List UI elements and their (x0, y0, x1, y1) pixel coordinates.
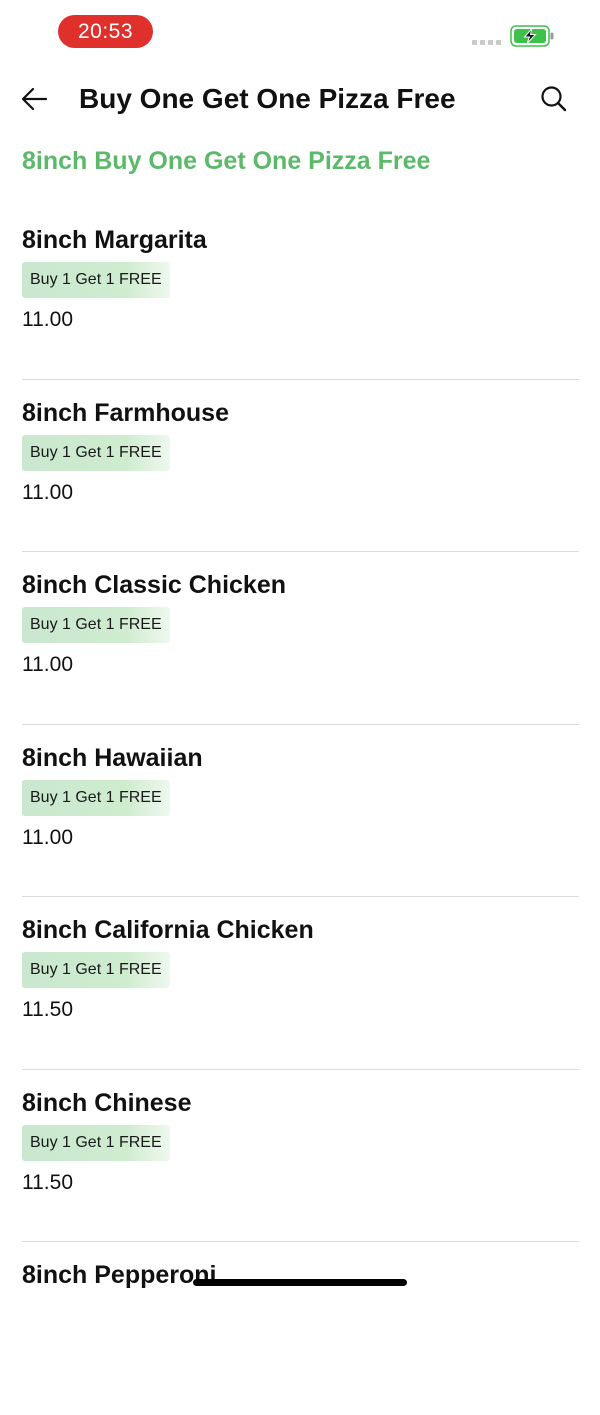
offer-badge: Buy 1 Get 1 FREE (22, 952, 170, 988)
app-header: Buy One Get One Pizza Free (0, 64, 600, 134)
back-button[interactable] (18, 82, 52, 116)
section-title: 8inch Buy One Get One Pizza Free (22, 147, 431, 175)
item-price: 11.00 (22, 308, 73, 331)
item-name: 8inch Farmhouse (22, 398, 229, 427)
item-price: 11.50 (22, 998, 73, 1021)
item-name: 8inch Classic Chicken (22, 571, 287, 599)
home-indicator[interactable] (193, 1279, 407, 1286)
menu-list: 8inch Margarita Buy 1 Get 1 FREE 11.00 8… (22, 207, 579, 1415)
status-bar: 20:53 (0, 0, 600, 64)
item-name: 8inch Margarita (22, 226, 207, 254)
offer-badge: Buy 1 Get 1 FREE (22, 607, 170, 643)
item-price: 11.00 (22, 480, 73, 504)
item-name: 8inch Hawaiian (22, 743, 203, 772)
page-title: Buy One Get One Pizza Free (79, 83, 456, 114)
item-name: 8inch Pepperoni (22, 1261, 217, 1289)
list-item[interactable]: 8inch Farmhouse Buy 1 Get 1 FREE 11.00 (22, 380, 579, 552)
list-item[interactable]: 8inch Pepperoni (22, 1242, 579, 1415)
search-icon (541, 86, 567, 112)
offer-badge: Buy 1 Get 1 FREE (22, 434, 170, 471)
item-name: 8inch California Chicken (22, 916, 314, 944)
item-price: 11.00 (22, 653, 73, 676)
list-item[interactable]: 8inch Chinese Buy 1 Get 1 FREE 11.50 (22, 1070, 579, 1242)
signal-dots-icon (472, 40, 501, 45)
offer-badge: Buy 1 Get 1 FREE (22, 779, 170, 816)
list-item[interactable]: 8inch Hawaiian Buy 1 Get 1 FREE 11.00 (22, 725, 579, 897)
item-price: 11.50 (22, 1170, 73, 1194)
list-item[interactable]: 8inch California Chicken Buy 1 Get 1 FRE… (22, 897, 579, 1070)
offer-badge: Buy 1 Get 1 FREE (22, 262, 170, 298)
status-time: 20:53 (58, 15, 153, 48)
list-item[interactable]: 8inch Margarita Buy 1 Get 1 FREE 11.00 (22, 207, 579, 380)
list-item[interactable]: 8inch Classic Chicken Buy 1 Get 1 FREE 1… (22, 552, 579, 725)
battery-charging-icon (510, 25, 555, 47)
item-price: 11.00 (22, 825, 73, 849)
item-name: 8inch Chinese (22, 1088, 192, 1117)
offer-badge: Buy 1 Get 1 FREE (22, 1124, 170, 1161)
arrow-left-icon (21, 87, 48, 111)
search-button[interactable] (538, 83, 570, 115)
